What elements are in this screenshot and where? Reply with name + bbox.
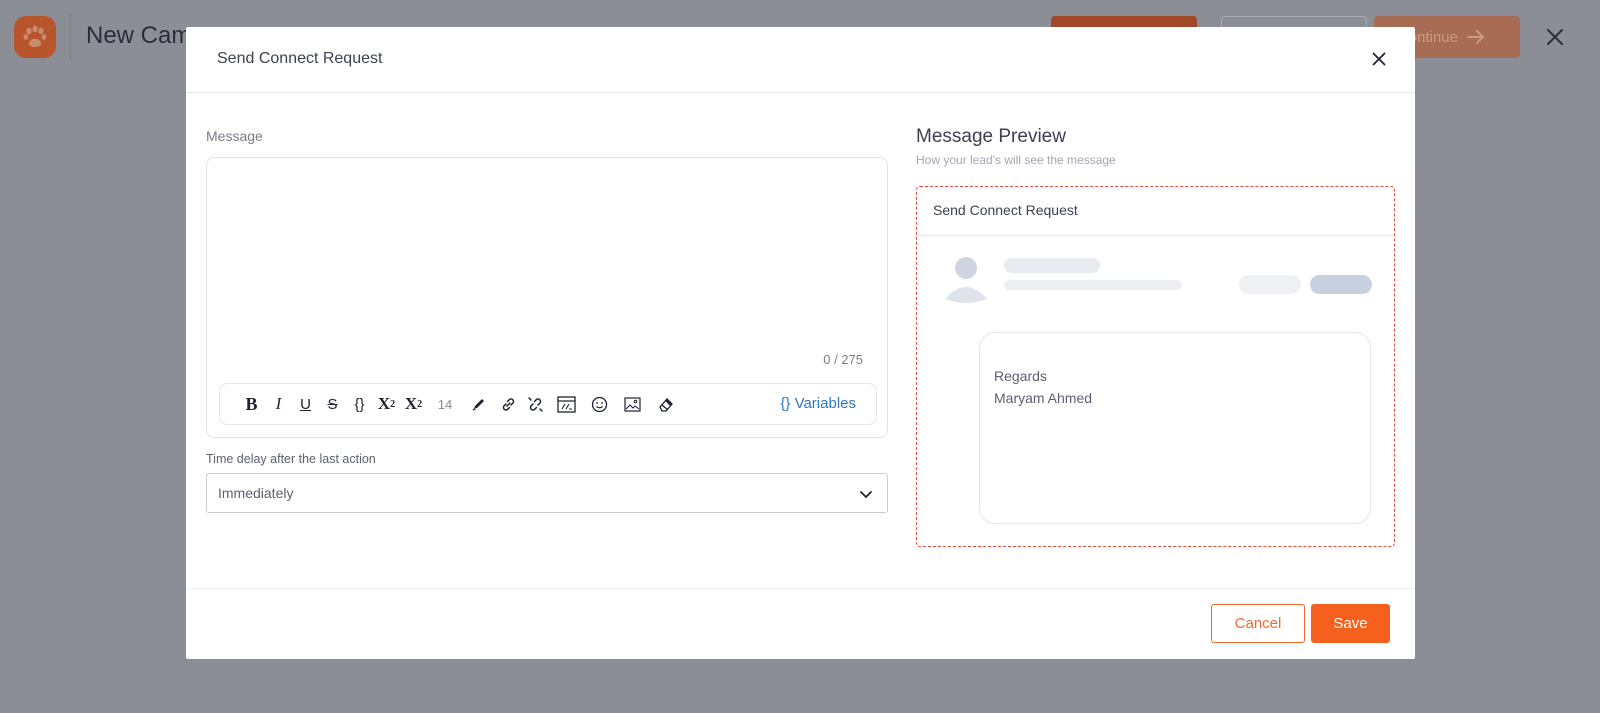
char-count: 0 / 275 [823,352,863,367]
skeleton-button [1239,275,1301,294]
skeleton-name [1004,258,1100,273]
font-size-selector[interactable]: 14 [427,390,463,418]
italic-icon[interactable]: I [265,390,292,418]
image-icon[interactable] [616,390,649,418]
header-divider [70,14,71,60]
preview-title: Message Preview [916,126,1066,147]
braces-icon[interactable]: {} [346,390,373,418]
skeleton-button-primary [1310,275,1372,294]
page-title: New Cam [86,22,192,49]
modal-footer: Cancel Save [186,588,1415,659]
avatar-placeholder-icon [945,257,987,303]
superscript-icon[interactable]: X2 [373,390,400,418]
eraser-icon[interactable] [649,390,682,418]
message-preview: Send Connect Request Regards Maryam Ahme… [916,186,1395,547]
delay-select[interactable]: Immediately [206,473,888,513]
preview-message-bubble: Regards Maryam Ahmed [979,332,1371,524]
subscript-icon[interactable]: X2 [400,390,427,418]
strikethrough-icon[interactable]: S [319,390,346,418]
chevron-down-icon [860,491,872,499]
bold-icon[interactable]: B [238,390,265,418]
delay-label: Time delay after the last action [206,452,376,466]
send-connect-request-modal: Send Connect Request Message 0 / 275 B I… [186,27,1415,659]
emoji-icon[interactable] [583,390,616,418]
close-icon[interactable] [1365,45,1393,73]
preview-message-line: Regards [994,368,1047,384]
skeleton-headline [1004,280,1182,290]
save-button[interactable]: Save [1311,604,1390,643]
modal-title: Send Connect Request [217,50,383,67]
cancel-button[interactable]: Cancel [1211,604,1305,643]
editor-toolbar: B I U S {} X2 X2 14 {} Variables [219,383,877,425]
arrow-right-icon [1467,30,1485,44]
preview-message-line: Maryam Ahmed [994,390,1093,406]
message-label: Message [206,128,263,144]
modal-header: Send Connect Request [186,27,1415,93]
pen-icon[interactable] [463,390,495,418]
message-editor[interactable]: 0 / 275 B I U S {} X2 X2 14 {} Variables [206,157,888,438]
variables-button[interactable]: {} Variables [780,395,856,412]
delay-value: Immediately [218,485,294,501]
link-icon[interactable] [495,390,522,418]
html-icon[interactable] [549,390,583,418]
preview-card-title: Send Connect Request [917,187,1394,236]
close-icon[interactable] [1540,22,1570,52]
unlink-icon[interactable] [522,390,549,418]
underline-icon[interactable]: U [292,390,319,418]
paw-icon[interactable] [14,16,56,58]
continue-label: ontinue [1408,28,1458,46]
preview-subtitle: How your lead's will see the message [916,153,1116,167]
